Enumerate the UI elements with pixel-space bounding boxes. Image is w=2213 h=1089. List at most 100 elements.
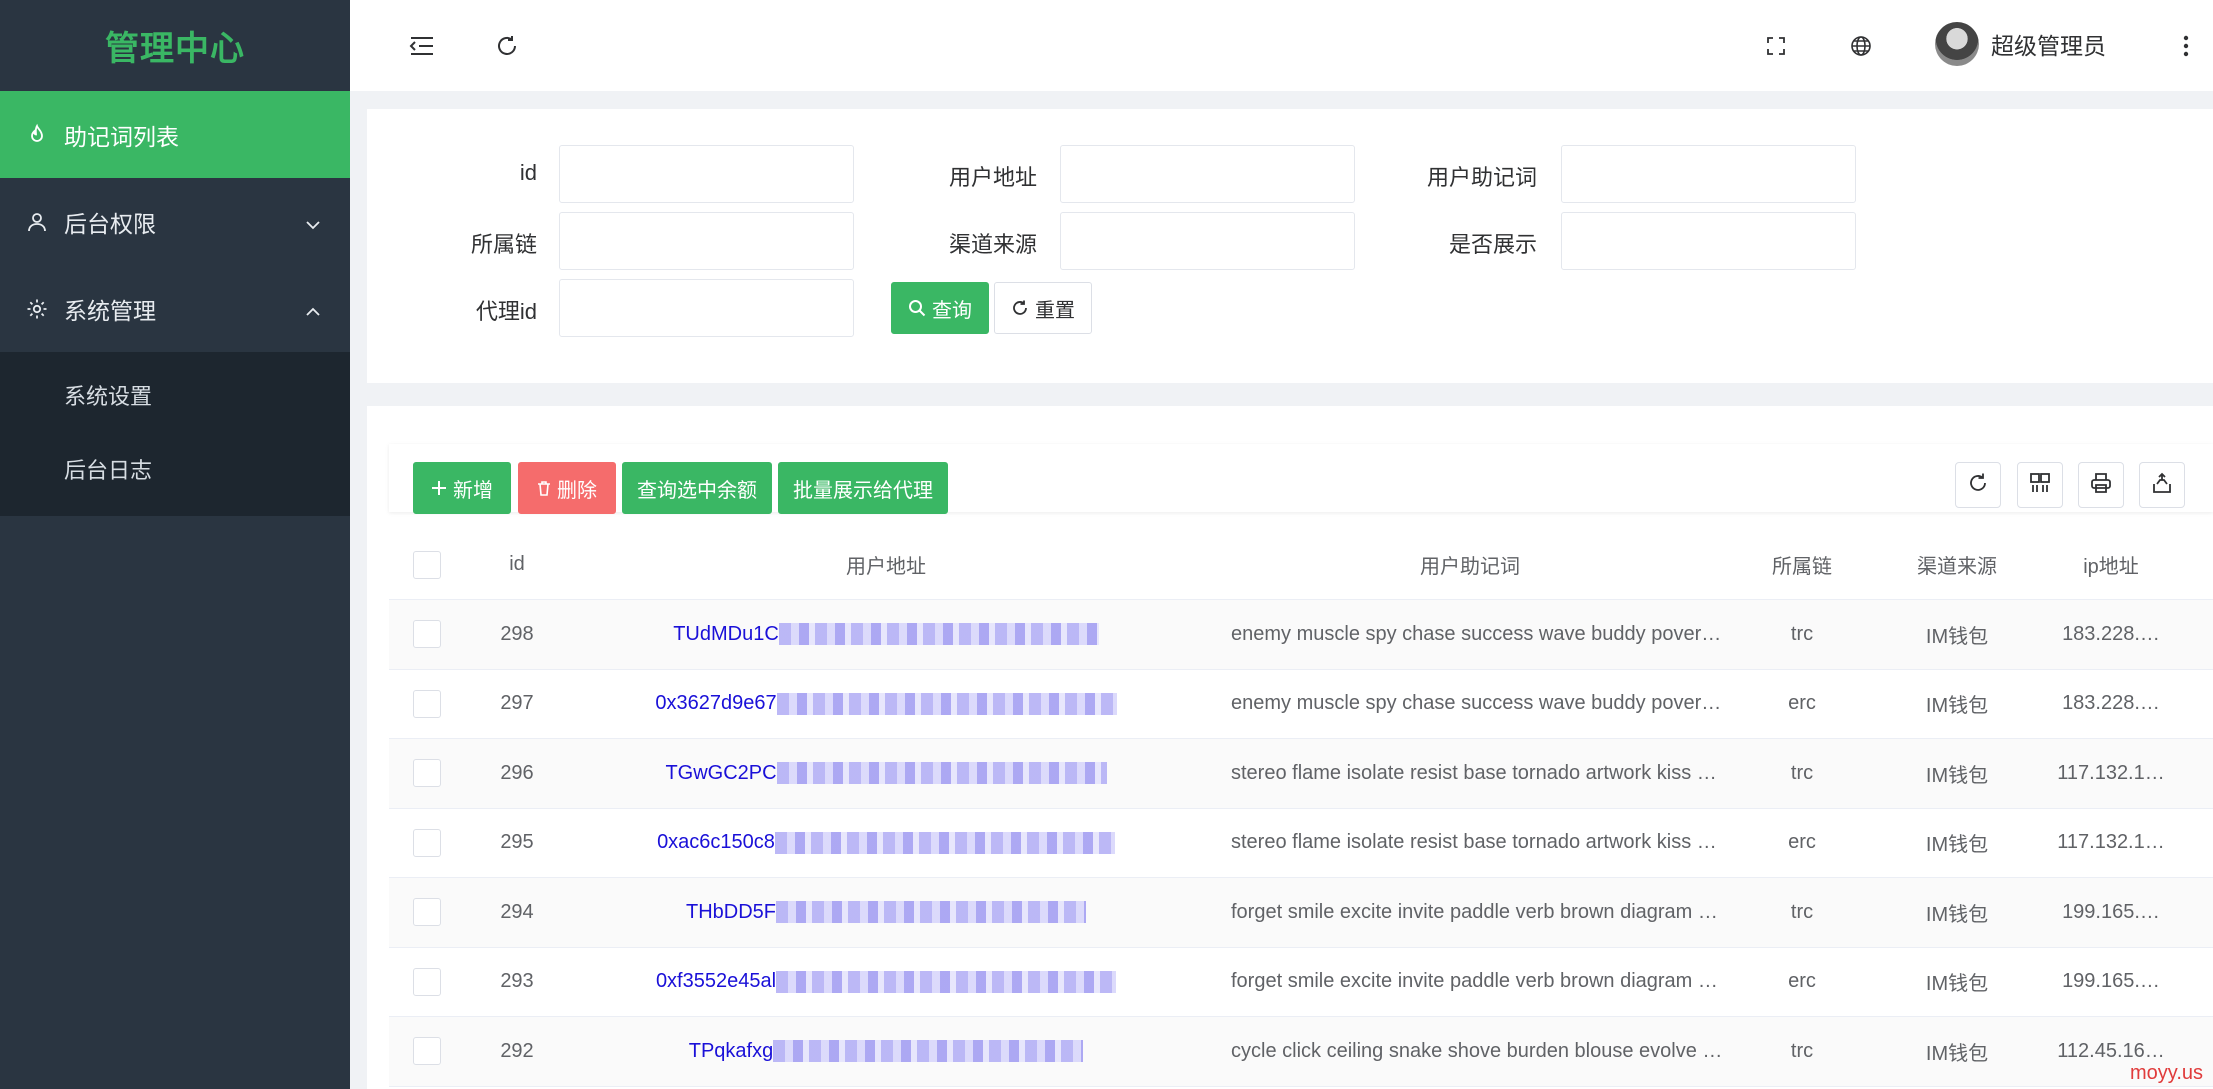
add-button[interactable]: 新增 <box>413 462 511 514</box>
data-table: id 用户地址 用户助记词 所属链 渠道来源 ip地址 298 TUdMDu1C… <box>389 530 2213 1087</box>
row-checkbox[interactable] <box>413 898 441 927</box>
submenu-system: 系统设置 后台日志 <box>0 352 350 516</box>
sidebar-item-label: 系统管理 <box>64 297 156 324</box>
select-all-cell <box>389 530 465 599</box>
table-row: 292 TPqkafxg cycle click ceiling snake s… <box>389 1017 2213 1087</box>
table-export-button[interactable] <box>2139 462 2185 508</box>
user-mnemonic-input[interactable] <box>1561 145 1856 203</box>
row-mnemonic: forget smile excite invite paddle verb b… <box>1231 900 1718 923</box>
table-columns-button[interactable] <box>2017 462 2063 508</box>
row-address-cell: TGwGC2PC <box>569 739 1203 808</box>
row-checkbox[interactable] <box>413 828 441 857</box>
row-checkbox[interactable] <box>413 1037 441 1066</box>
channel-input[interactable] <box>1060 212 1355 270</box>
table-row: 297 0x3627d9e67 enemy muscle spy chase s… <box>389 670 2213 739</box>
row-address-link[interactable]: 0x3627d9e67 <box>655 692 776 715</box>
field-label-chain: 所属链 <box>470 232 537 257</box>
sidebar-item-system-management[interactable]: 系统管理 <box>0 265 350 352</box>
column-header-channel[interactable]: 渠道来源 <box>1867 530 2047 599</box>
redacted-address <box>774 831 1115 854</box>
sidebar-item-system-settings[interactable]: 系统设置 <box>0 358 350 432</box>
field-label-user-address: 用户地址 <box>948 165 1037 190</box>
table-print-button[interactable] <box>2078 462 2124 508</box>
row-checkbox[interactable] <box>413 967 441 996</box>
row-address-link[interactable]: 0xf3552e45al <box>656 970 776 993</box>
row-mnemonic: enemy muscle spy chase success wave budd… <box>1231 622 1722 645</box>
column-header-address[interactable]: 用户地址 <box>569 530 1203 599</box>
id-input[interactable] <box>559 145 854 203</box>
table-row: 298 TUdMDu1C enemy muscle spy chase succ… <box>389 600 2213 670</box>
row-chain: erc <box>1788 692 1816 715</box>
sidebar-item-admin-permissions[interactable]: 后台权限 <box>0 178 350 265</box>
row-checkbox-cell <box>389 670 465 739</box>
row-chain: erc <box>1788 970 1816 993</box>
row-address-link[interactable]: TUdMDu1C <box>673 623 779 646</box>
table-refresh-button[interactable] <box>1955 462 2001 508</box>
column-header-mnemonic[interactable]: 用户助记词 <box>1203 530 1737 599</box>
field-label-id: id <box>519 160 537 185</box>
redacted-address <box>776 901 1086 924</box>
row-ip: 183.228.… <box>2062 692 2160 715</box>
avatar <box>1935 22 1979 66</box>
table-row: 295 0xac6c150c8 stereo flame isolate res… <box>389 809 2213 878</box>
row-id: 297 <box>500 692 534 715</box>
sidebar-item-label: 助记词列表 <box>64 123 179 150</box>
column-header-ip[interactable]: ip地址 <box>2047 530 2175 599</box>
row-id: 293 <box>500 970 534 993</box>
redacted-address <box>776 970 1117 993</box>
globe-icon[interactable] <box>1847 32 1875 60</box>
user-menu[interactable]: 超级管理员 <box>1935 22 2106 66</box>
batch-show-to-agent-button[interactable]: 批量展示给代理 <box>778 462 948 514</box>
sidebar-item-mnemonic-list[interactable]: 助记词列表 <box>0 91 350 178</box>
reset-button[interactable]: 重置 <box>994 282 1092 334</box>
row-id: 296 <box>500 761 534 784</box>
row-checkbox-cell <box>389 1017 465 1086</box>
row-mnemonic: enemy muscle spy chase success wave budd… <box>1231 692 1722 715</box>
row-chain: trc <box>1790 761 1814 784</box>
delete-button[interactable]: 删除 <box>518 462 616 514</box>
redacted-address <box>776 692 1117 715</box>
row-chain: erc <box>1788 831 1816 854</box>
flame-icon <box>24 122 50 148</box>
query-selected-balance-button[interactable]: 查询选中余额 <box>622 462 772 514</box>
is-shown-input[interactable] <box>1561 212 1856 270</box>
reset-icon <box>1011 299 1029 317</box>
select-all-checkbox[interactable] <box>413 550 441 579</box>
field-label-is-shown: 是否展示 <box>1448 232 1537 257</box>
menu-fold-icon[interactable] <box>408 32 436 60</box>
query-button[interactable]: 查询 <box>891 282 989 334</box>
row-id: 294 <box>500 900 534 923</box>
row-checkbox[interactable] <box>413 620 441 649</box>
row-address-cell: TUdMDu1C <box>569 600 1203 669</box>
row-address-cell: 0xf3552e45al <box>569 948 1203 1017</box>
chain-input[interactable] <box>559 212 854 270</box>
redacted-address <box>778 623 1099 646</box>
row-address-link[interactable]: 0xac6c150c8 <box>657 831 775 854</box>
sidebar-logo: 管理中心 <box>105 30 245 68</box>
row-channel: IM钱包 <box>1925 834 1989 857</box>
fullscreen-icon[interactable] <box>1762 32 1790 60</box>
field-label-channel: 渠道来源 <box>948 232 1037 257</box>
row-ip: 183.228.… <box>2062 622 2160 645</box>
agent-id-input[interactable] <box>559 279 854 337</box>
refresh-icon <box>1967 472 1989 499</box>
sidebar-item-admin-logs[interactable]: 后台日志 <box>0 432 350 506</box>
row-checkbox[interactable] <box>413 689 441 718</box>
row-address-link[interactable]: TGwGC2PC <box>665 762 776 785</box>
columns-icon <box>2029 472 2051 499</box>
column-header-id[interactable]: id <box>465 530 569 599</box>
trash-icon <box>537 480 551 496</box>
row-address-link[interactable]: THbDD5F <box>686 901 776 924</box>
user-address-input[interactable] <box>1060 145 1355 203</box>
row-address-link[interactable]: TPqkafxg <box>689 1040 773 1063</box>
row-checkbox[interactable] <box>413 759 441 788</box>
column-header-chain[interactable]: 所属链 <box>1737 530 1867 599</box>
more-vertical-icon[interactable] <box>2172 32 2200 60</box>
row-checkbox-cell <box>389 739 465 808</box>
field-label-agent-id: 代理id <box>475 299 537 324</box>
refresh-icon[interactable] <box>493 32 521 60</box>
row-chain: trc <box>1790 1039 1814 1062</box>
row-address-cell: 0x3627d9e67 <box>569 670 1203 739</box>
search-icon <box>908 299 926 317</box>
query-button-label: 查询 <box>932 299 972 322</box>
